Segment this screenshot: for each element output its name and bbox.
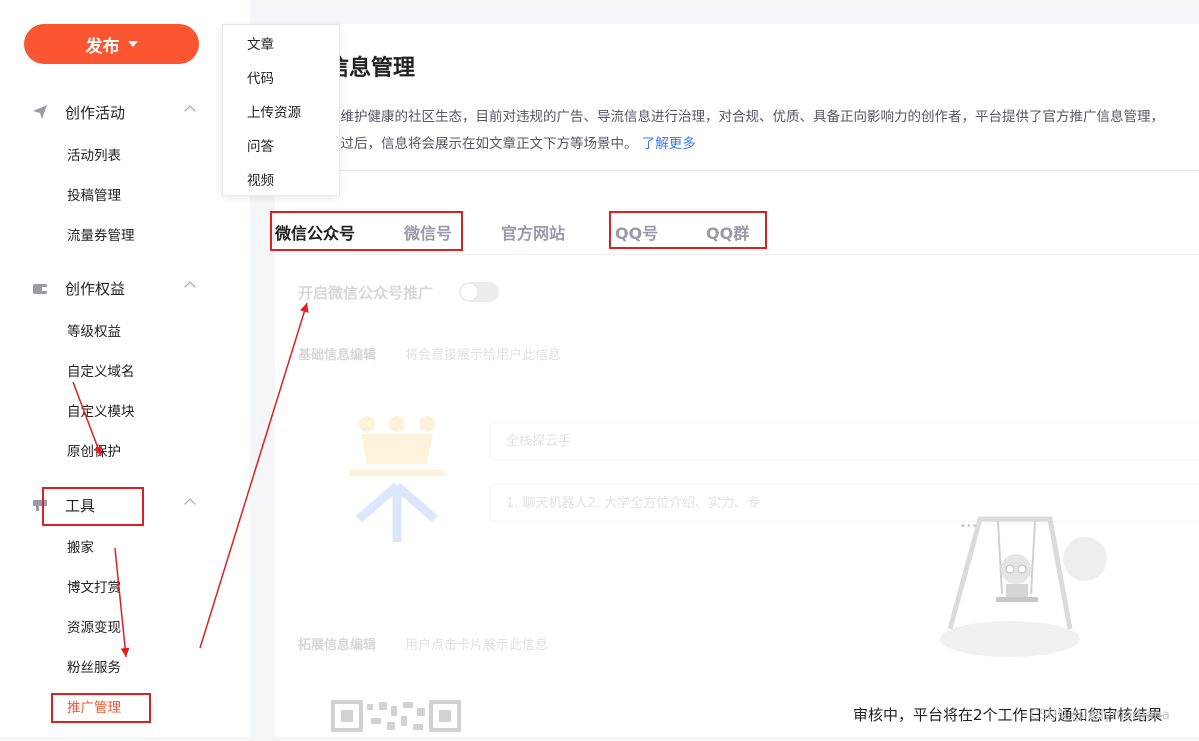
group-creation-rights[interactable]: 创作权益 [32,276,202,300]
nav-item-traffic-coupon[interactable]: 流量券管理 [67,226,135,246]
page-description: 和维护健康的社区生态，目前对违规的广告、导流信息进行治理，对合规、优质、具备正向… [327,104,1199,158]
tab-wechat-official[interactable]: 微信公众号 [275,220,355,244]
wallet-icon [32,280,48,296]
nav-item-submission-manage[interactable]: 投稿管理 [67,186,121,206]
group-label: 创作权益 [65,279,126,298]
nav-item-migrate[interactable]: 搬家 [67,538,94,558]
tab-official-site[interactable]: 官方网站 [501,220,565,244]
chevron-up-icon[interactable] [184,105,196,117]
group-label: 创作活动 [65,103,126,122]
nav-item-original-protect[interactable]: 原创保护 [67,442,121,462]
publish-button[interactable]: 发布 [24,24,199,64]
divider [275,170,1199,171]
nav-item-fan-service[interactable]: 粉丝服务 [67,658,121,678]
menu-item-video[interactable]: 视频 [247,169,274,189]
basic-section-title: 基础信息编辑 [298,348,377,363]
nav-item-level-rights[interactable]: 等级权益 [67,322,121,342]
group-label: 工具 [65,496,96,515]
learn-more-link[interactable]: 了解更多 [642,136,696,152]
main-panel: 信息管理 和维护健康的社区生态，目前对违规的广告、导流信息进行治理，对合规、优质… [275,24,1199,737]
menu-item-upload-resource[interactable]: 上传资源 [247,101,301,121]
promotion-toggle[interactable] [459,282,499,302]
group-tools[interactable]: 工具 [32,493,202,517]
ext-section-subtitle: 用户点击卡片展示此信息 [405,638,549,653]
account-name-field[interactable]: 全栈探云手 [490,422,1199,460]
paper-plane-icon [32,104,48,120]
sidebar: 发布 创作活动 活动列表 投稿管理 流量券管理 创作权益 等级权益 自定义域名 … [0,0,250,737]
nav-item-resource-monetize[interactable]: 资源变现 [67,618,121,638]
switch-label: 开启微信公众号推广 [298,284,434,302]
nav-item-custom-module[interactable]: 自定义模块 [67,402,135,422]
menu-item-code[interactable]: 代码 [247,67,274,87]
publish-dropdown-menu: 文章 代码 上传资源 问答 视频 [222,24,340,196]
group-creation-activity[interactable]: 创作活动 [32,100,202,124]
nav-item-activity-list[interactable]: 活动列表 [67,146,121,166]
publish-label: 发布 [85,36,120,57]
tab-qq-number[interactable]: QQ号 [615,220,658,244]
ext-section-title: 拓展信息编辑 [298,638,377,653]
caret-down-icon [127,41,138,47]
tab-qq-group[interactable]: QQ群 [706,220,749,244]
qr-code-image[interactable] [331,700,461,740]
chevron-up-icon[interactable] [184,498,196,510]
page-title: 信息管理 [327,56,416,81]
nav-item-promotion-manage[interactable]: 推广管理 [67,698,121,718]
reviewing-illustration: ••• [930,499,1110,669]
nav-item-custom-domain[interactable]: 自定义域名 [67,362,135,382]
description-line-2: 通过后，信息将会展示在如文章正文下方等场景中。 [327,136,638,152]
avatar-upload[interactable] [347,414,447,544]
menu-item-article[interactable]: 文章 [247,33,274,53]
tab-wechat-id[interactable]: 微信号 [404,220,452,244]
tool-icon [32,497,48,513]
menu-item-qa[interactable]: 问答 [247,135,274,155]
chevron-up-icon[interactable] [184,281,196,293]
description-line-1: 和维护健康的社区生态，目前对违规的广告、导流信息进行治理，对合规、优质、具备正向… [327,109,1164,125]
basic-section-subtitle: 将会直接展示给用户此信息 [405,348,562,363]
nav-item-reward[interactable]: 博文打赏 [67,578,121,598]
watermark: CSDN @ladymorgana [1030,708,1170,723]
svg-text:•••: ••• [960,521,978,532]
